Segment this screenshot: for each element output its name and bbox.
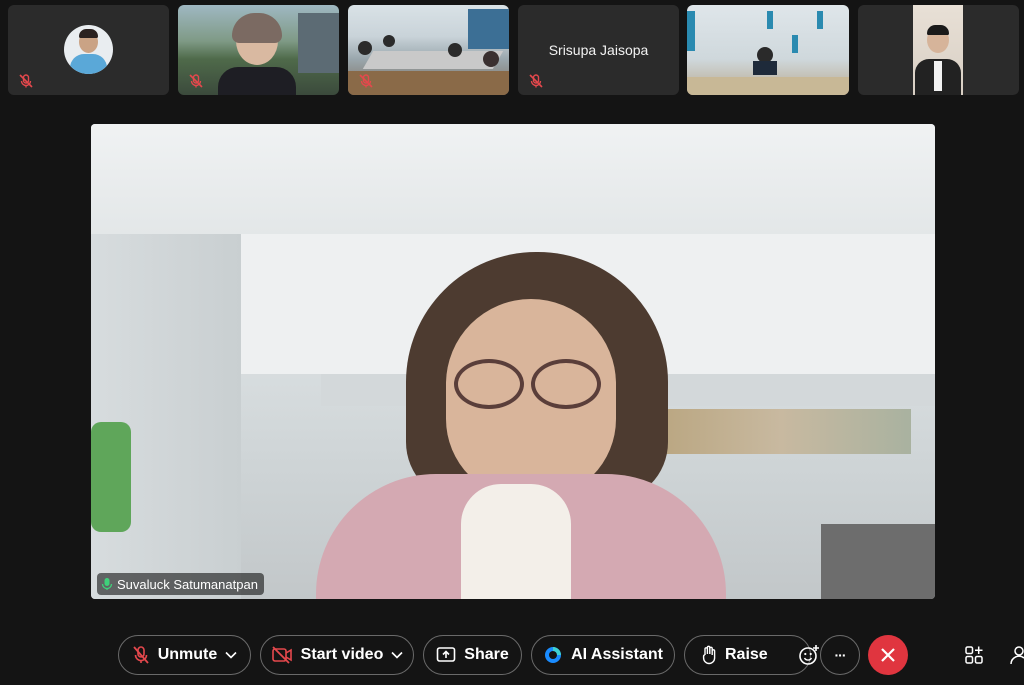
participant-tile-1[interactable] bbox=[8, 5, 169, 95]
unmute-button[interactable]: Unmute bbox=[118, 635, 251, 675]
reactions-emoji-icon[interactable] bbox=[798, 644, 820, 666]
participant-name: Srisupa Jaisopa bbox=[548, 42, 649, 58]
ai-assistant-button[interactable]: AI Assistant bbox=[531, 635, 675, 675]
chevron-down-icon bbox=[225, 651, 237, 659]
raise-hand-button[interactable]: Raise bbox=[701, 645, 768, 665]
active-speaker-video[interactable]: Suvaluck Satumanatpan bbox=[91, 124, 935, 599]
more-options-button[interactable]: ··· bbox=[820, 635, 860, 675]
video-off-icon bbox=[271, 646, 292, 664]
mic-active-icon bbox=[101, 578, 113, 590]
speaker-video-frame bbox=[91, 124, 935, 599]
start-video-button[interactable]: Start video bbox=[260, 635, 414, 675]
participant-tile-5[interactable] bbox=[687, 5, 849, 95]
speaker-name-tag: Suvaluck Satumanatpan bbox=[97, 573, 264, 595]
mic-muted-icon bbox=[189, 74, 203, 88]
apps-icon[interactable] bbox=[963, 644, 985, 666]
meeting-toolbar: Unmute Start video Share AI Assistant Ra… bbox=[0, 635, 1024, 677]
chevron-down-icon bbox=[391, 651, 403, 659]
end-call-button[interactable] bbox=[868, 635, 908, 675]
participant-tile-3[interactable] bbox=[348, 5, 509, 95]
participant-tile-2[interactable] bbox=[178, 5, 339, 95]
unmute-label: Unmute bbox=[157, 646, 218, 663]
share-button[interactable]: Share bbox=[423, 635, 522, 675]
mic-muted-icon bbox=[529, 74, 543, 88]
raise-hand-group: Raise bbox=[684, 635, 819, 675]
participant-tile-6[interactable] bbox=[858, 5, 1019, 95]
raise-label: Raise bbox=[725, 646, 768, 663]
share-screen-icon bbox=[436, 647, 456, 662]
participant-video bbox=[687, 5, 849, 95]
participant-tile-4[interactable]: Srisupa Jaisopa bbox=[518, 5, 679, 95]
mic-muted-icon bbox=[19, 74, 33, 88]
participant-avatar bbox=[64, 25, 113, 74]
start-video-label: Start video bbox=[300, 646, 384, 663]
participants-icon[interactable] bbox=[1010, 644, 1024, 666]
close-icon bbox=[881, 648, 895, 662]
raise-hand-icon bbox=[702, 645, 716, 665]
ai-assistant-icon bbox=[545, 647, 562, 663]
ai-assistant-label: AI Assistant bbox=[571, 646, 663, 663]
more-dots-icon: ··· bbox=[834, 647, 847, 663]
share-label: Share bbox=[464, 646, 509, 663]
mic-muted-icon bbox=[133, 646, 149, 664]
mic-muted-icon bbox=[359, 74, 373, 88]
participant-video bbox=[913, 5, 963, 95]
speaker-name: Suvaluck Satumanatpan bbox=[117, 576, 258, 592]
